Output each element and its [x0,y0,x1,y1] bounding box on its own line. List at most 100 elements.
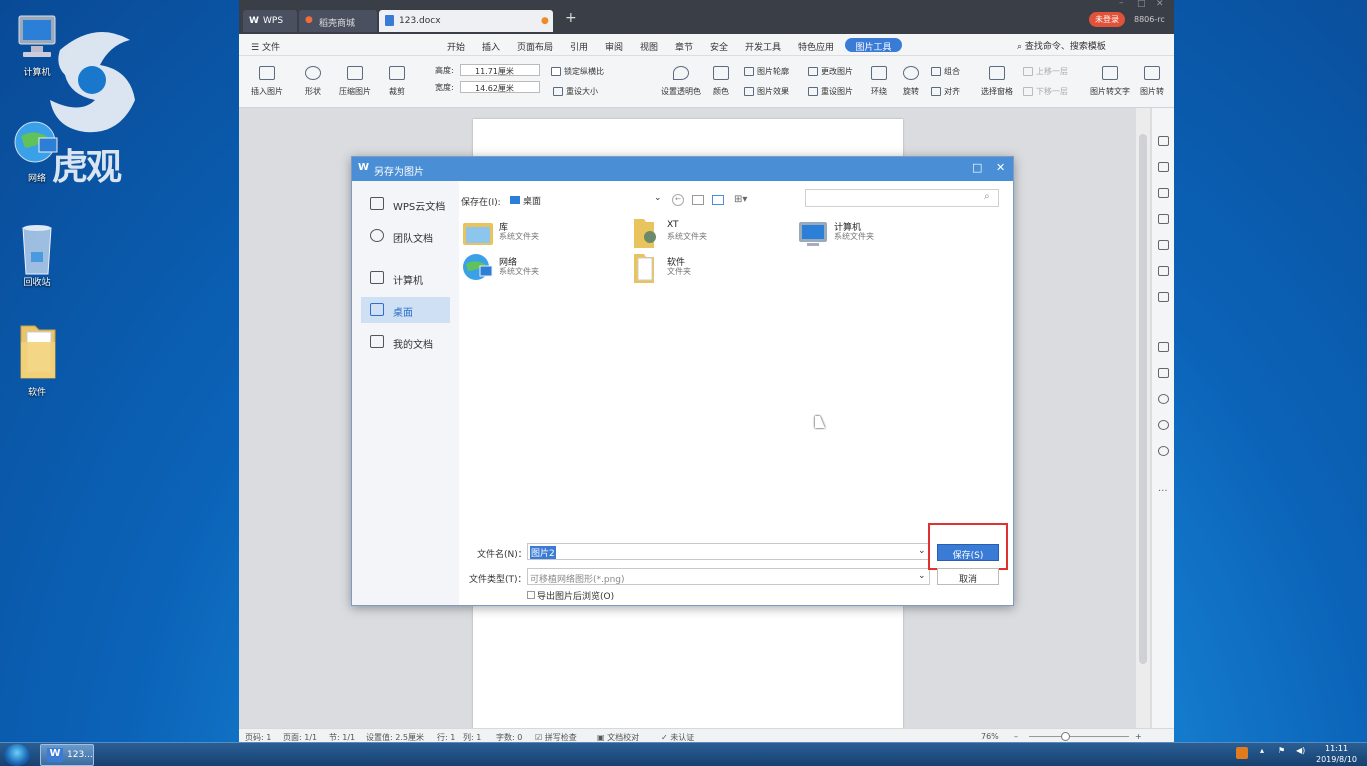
pen-icon[interactable] [1158,136,1169,146]
align-button[interactable]: 对齐 [931,86,960,97]
sidebar-item-team-docs[interactable]: 团队文档 [361,223,450,249]
minimize-button[interactable]: – [1119,0,1124,8]
sliders-icon[interactable] [1158,240,1169,250]
sidebar-item-wps-cloud[interactable]: WPS云文档 [361,191,450,217]
menu-chapter[interactable]: 章节 [675,40,693,53]
reset-image-button[interactable]: 重设图片 [808,86,853,97]
tab-docer[interactable]: ● 稻壳商城 [299,10,377,32]
menu-review[interactable]: 审阅 [605,40,623,53]
save-button[interactable]: 保存(S) [937,544,999,561]
lock-ratio-checkbox[interactable]: 锁定纵横比 [551,66,604,77]
rotate-button[interactable]: 旋转 [897,66,925,97]
file-item-computer[interactable]: 计算机 系统文件夹 [797,217,957,251]
close-window-button[interactable]: ✕ [1156,0,1164,9]
sidebar-item-desktop[interactable]: 桌面 [361,297,450,323]
menu-insert[interactable]: 插入 [482,40,500,53]
desktop-icon-computer[interactable]: 计算机 [2,12,72,78]
menu-security[interactable]: 安全 [710,40,728,53]
desktop-icon-recycle-bin[interactable]: 回收站 [2,222,72,288]
file-item-software[interactable]: 软件 文件夹 [630,252,790,286]
archive-icon[interactable] [1158,342,1169,352]
scroll-thumb[interactable] [1139,134,1147,664]
shape-button[interactable]: 形状 [297,66,329,97]
new-folder-icon[interactable] [712,195,724,205]
browse-after-export-checkbox[interactable]: 导出图片后浏览(O) [527,589,614,602]
view-mode-icon[interactable]: ⊞▾ [734,194,747,205]
zoom-in-button[interactable]: + [1135,732,1142,741]
send-backward-button[interactable]: 下移一层 [1023,86,1068,97]
help-icon[interactable] [1158,446,1169,456]
flag-icon[interactable]: ⚑ [1278,746,1285,755]
up-folder-icon[interactable] [692,195,704,205]
desktop-icon-software-folder[interactable]: 软件 [2,320,72,398]
menu-features[interactable]: 特色应用 [798,40,834,53]
taskbar-wps-button[interactable]: W 123... [40,744,94,766]
vertical-scrollbar[interactable] [1136,108,1150,728]
clock-time[interactable]: 11:11 [1325,744,1348,753]
zoom-level[interactable]: 76% [981,732,999,741]
menu-references[interactable]: 引用 [570,40,588,53]
history-icon[interactable] [1158,420,1169,430]
share-icon[interactable] [1158,292,1169,302]
sidebar-item-my-documents[interactable]: 我的文档 [361,329,450,355]
height-input[interactable]: 11.71厘米 [460,64,540,76]
file-search-input[interactable]: ⌕ [805,189,999,207]
back-icon[interactable]: ← [672,194,684,206]
maximize-icon[interactable]: □ [972,161,982,174]
filetype-select[interactable]: 可移植网络图形(*.png) ⌄ [527,568,930,585]
show-hidden-icons-icon[interactable]: ▴ [1260,746,1264,755]
file-item-xt[interactable]: XT 系统文件夹 [630,217,790,251]
shapes-icon[interactable] [1158,188,1169,198]
desktop-icon-network[interactable]: 网络 [2,118,72,184]
file-item-library[interactable]: 库 系统文件夹 [462,217,622,251]
layout-icon[interactable] [1158,266,1169,276]
width-input[interactable]: 14.62厘米 [460,81,540,93]
wrap-button[interactable]: 环绕 [865,66,893,97]
input-method-icon[interactable] [1236,747,1248,759]
insert-image-button[interactable]: 插入图片 [245,66,289,97]
sidebar-item-computer[interactable]: 计算机 [361,265,450,291]
compass-icon[interactable] [1158,394,1169,404]
tab-wps[interactable]: W WPS [243,10,297,32]
selection-pane-icon [989,66,1005,80]
crop-button[interactable]: 裁剪 [383,66,411,97]
menu-home[interactable]: 开始 [447,40,465,53]
bring-forward-button[interactable]: 上移一层 [1023,66,1068,77]
tab-document[interactable]: 123.docx ● [379,10,553,32]
cancel-button[interactable]: 取消 [937,568,999,585]
menu-layout[interactable]: 页面布局 [517,40,553,53]
filename-input[interactable]: 图片2 ⌄ [527,543,930,560]
picture-outline-button[interactable]: 图片轮廓 [744,66,789,77]
zoom-slider-thumb[interactable] [1061,732,1070,741]
zoom-out-button[interactable]: – [1014,732,1018,741]
picture-icon[interactable] [1158,368,1169,378]
clock-date[interactable]: 2019/8/10 [1316,755,1357,764]
compress-image-button[interactable]: 压缩图片 [335,66,375,97]
menu-view[interactable]: 视图 [640,40,658,53]
group-button[interactable]: 组合 [931,66,960,77]
image-convert-button[interactable]: 图片转 [1137,66,1167,97]
cursor-icon[interactable] [1158,162,1169,172]
picture-effect-button[interactable]: 图片效果 [744,86,789,97]
search-command[interactable]: ⌕ 查找命令、搜索模板 [1017,39,1106,52]
close-icon[interactable]: ✕ [996,161,1005,174]
menu-developer[interactable]: 开发工具 [745,40,781,53]
triangle-icon[interactable] [1158,214,1169,224]
file-item-network[interactable]: 网络 系统文件夹 [462,252,622,286]
save-in-select[interactable]: 桌面 ⌄ [510,191,665,207]
change-image-button[interactable]: 更改图片 [808,66,853,77]
restore-button[interactable]: □ [1137,0,1146,9]
new-tab-button[interactable]: + [565,10,577,26]
user-badge[interactable]: 未登录 [1089,12,1125,27]
reset-size-button[interactable]: 重设大小 [553,86,598,97]
start-button[interactable] [4,744,30,766]
set-transparent-button[interactable]: 设置透明色 [657,66,705,97]
more-icon[interactable]: ··· [1158,486,1168,497]
menu-file[interactable]: ☰ 文件 [251,40,280,53]
color-button[interactable]: 颜色 [709,66,733,97]
selection-pane-button[interactable]: 选择窗格 [977,66,1017,97]
volume-icon[interactable]: ◀) [1296,746,1305,755]
image-to-text-button[interactable]: 图片转文字 [1087,66,1133,97]
zoom-slider[interactable] [1029,736,1129,737]
menu-picture-tools[interactable]: 图片工具 [845,38,902,53]
